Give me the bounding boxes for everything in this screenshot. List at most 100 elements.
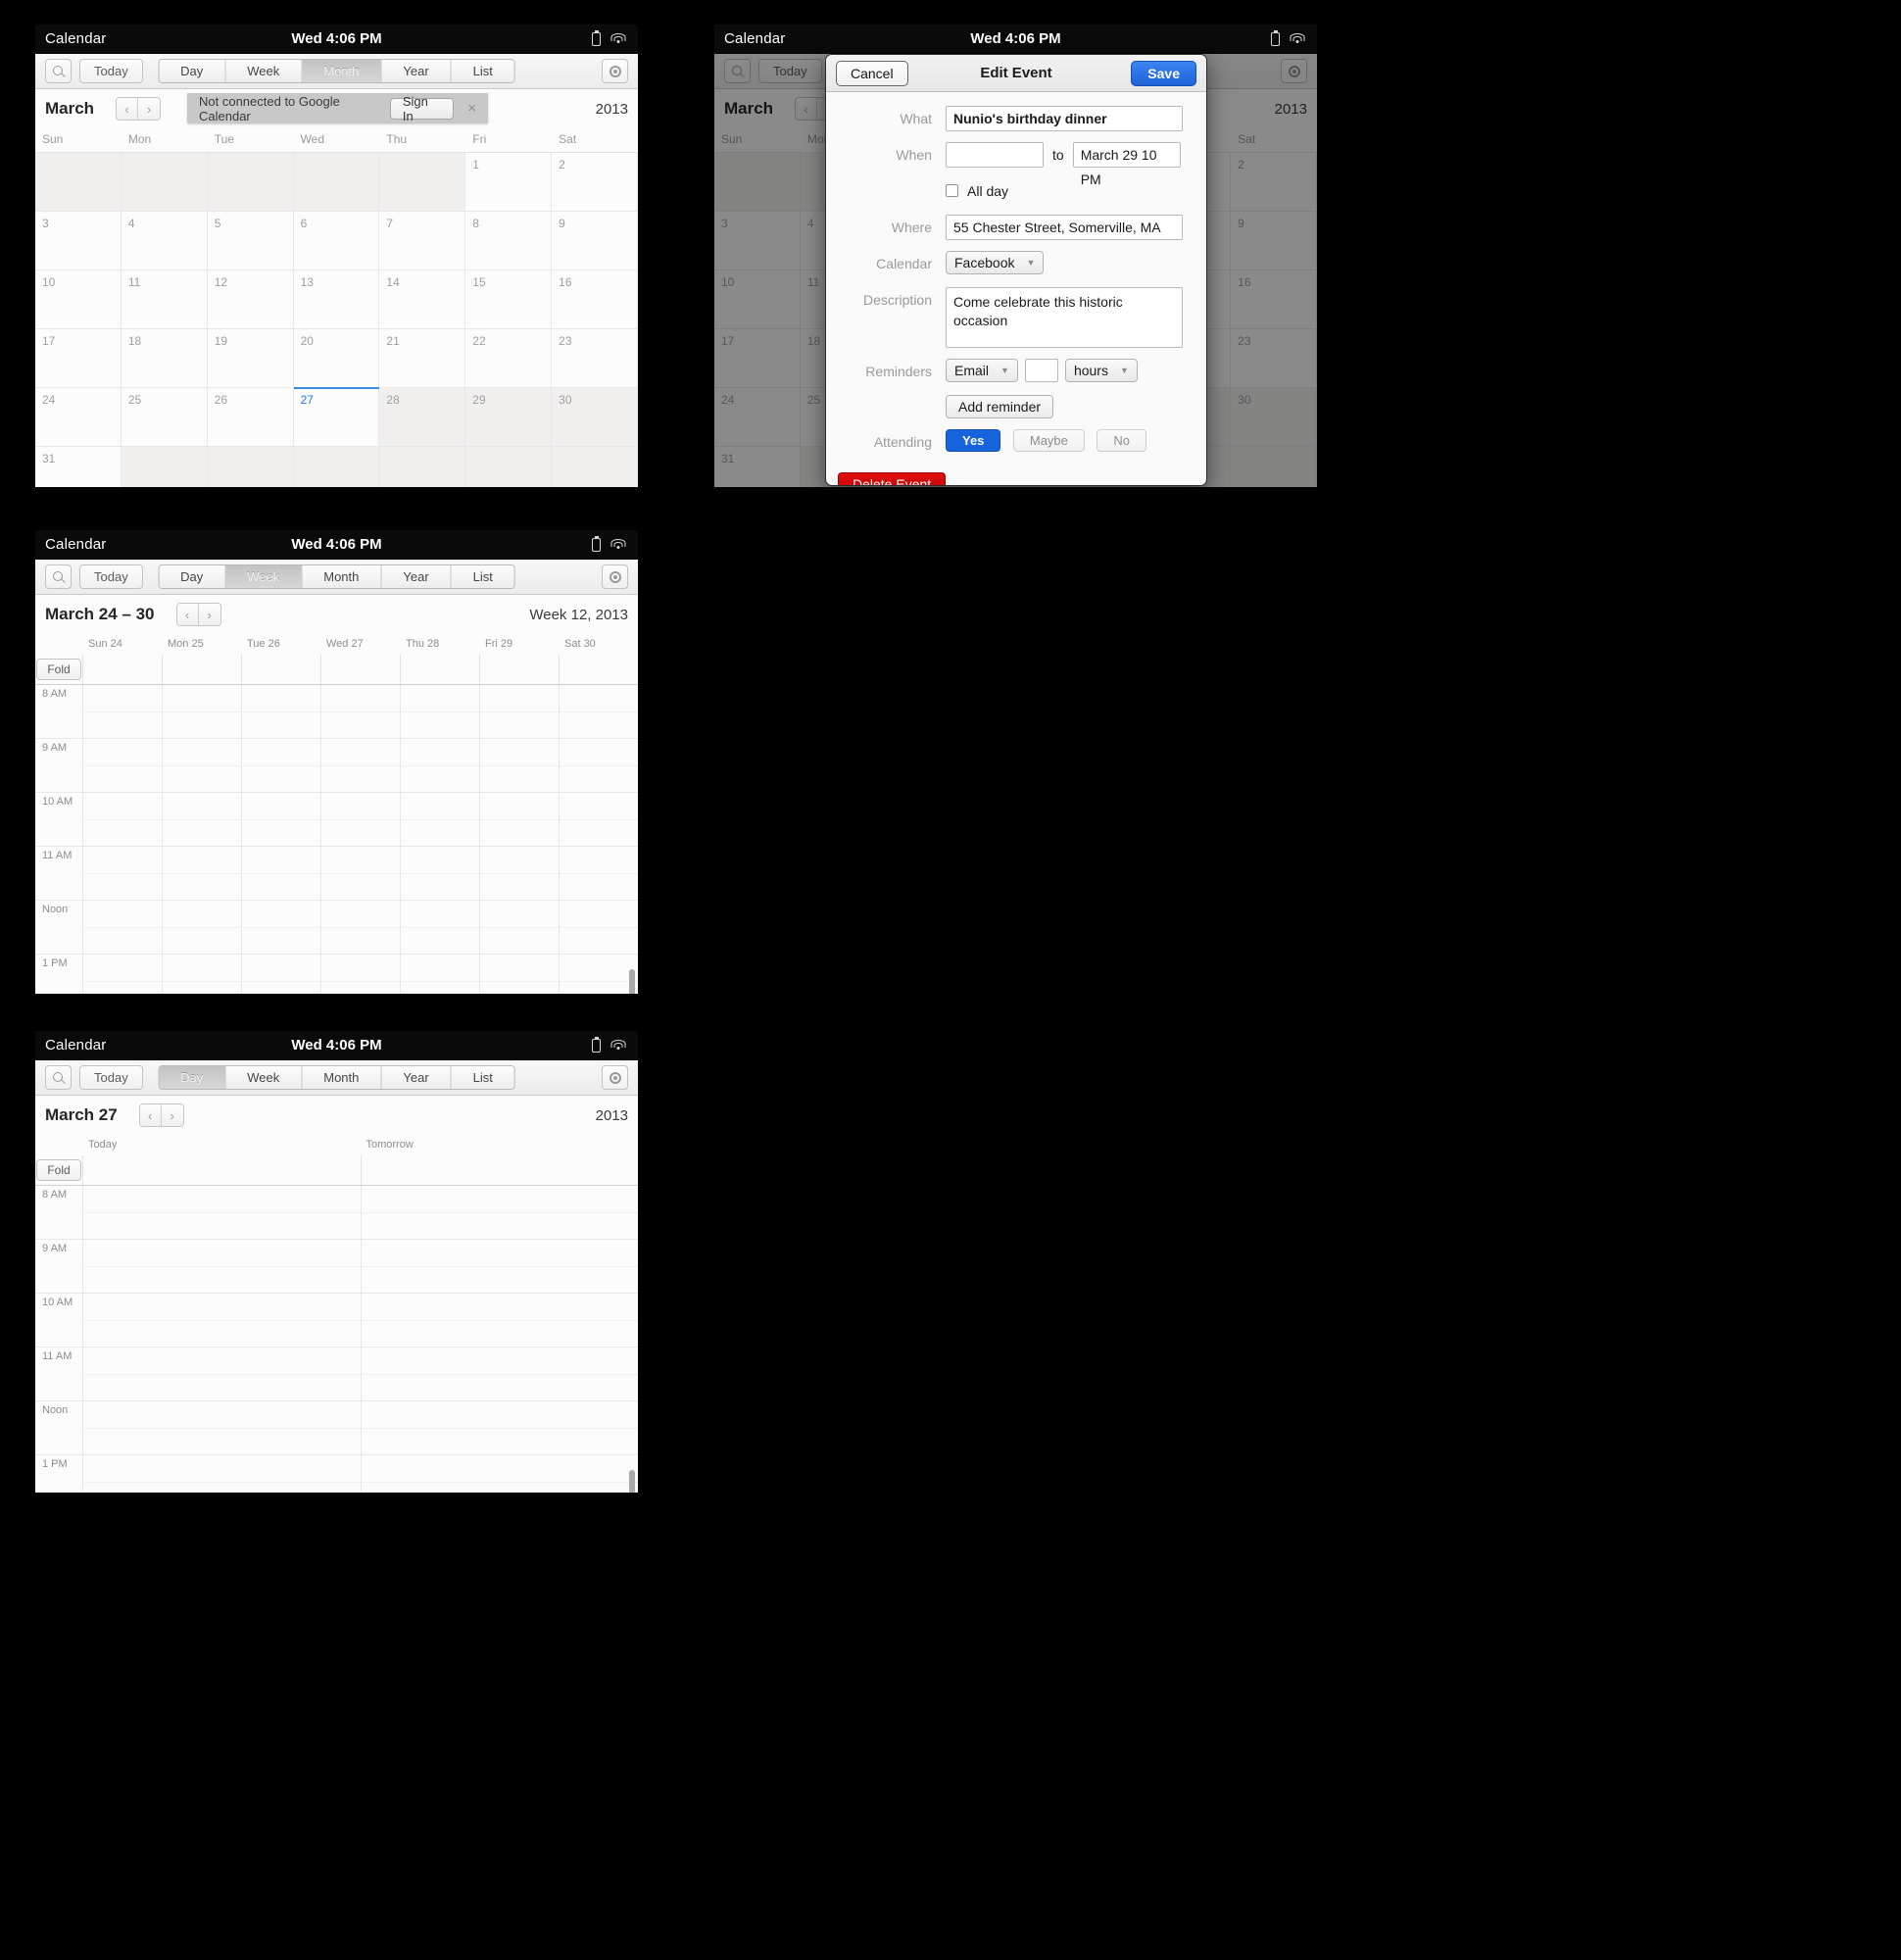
time-slot[interactable]	[320, 685, 400, 738]
time-slot[interactable]	[559, 739, 638, 792]
time-slot[interactable]	[82, 1186, 361, 1239]
time-slot[interactable]	[82, 901, 162, 954]
day-cell[interactable]: 26	[207, 388, 294, 447]
time-slot[interactable]	[241, 739, 320, 792]
day-cell[interactable]: 24	[35, 388, 122, 447]
day-cell[interactable]: 23	[552, 329, 638, 388]
time-slot[interactable]	[360, 1186, 639, 1239]
vertical-scrollbar[interactable]	[629, 969, 635, 994]
all-day-checkbox[interactable]	[946, 184, 958, 197]
tab-week[interactable]: Week	[225, 565, 303, 588]
settings-button[interactable]	[602, 564, 628, 589]
today-button[interactable]: Today	[79, 1065, 143, 1090]
day-cell[interactable]: 18	[121, 329, 208, 388]
time-slot[interactable]	[82, 1401, 361, 1454]
time-slot[interactable]	[320, 739, 400, 792]
fold-button[interactable]: Fold	[36, 1159, 81, 1181]
time-slot[interactable]	[241, 793, 320, 846]
prev-month-button[interactable]: ‹	[117, 98, 139, 120]
time-slot[interactable]	[559, 793, 638, 846]
day-cell[interactable]	[121, 447, 208, 487]
time-slot[interactable]	[400, 847, 479, 900]
day-cell[interactable]: 17	[35, 329, 122, 388]
next-month-button[interactable]: ›	[138, 98, 161, 120]
day-cell[interactable]: 22	[465, 329, 553, 388]
day-cell[interactable]	[379, 447, 466, 487]
today-button[interactable]: Today	[79, 59, 143, 83]
day-cell[interactable]	[207, 153, 294, 212]
time-slot[interactable]	[241, 847, 320, 900]
time-slot[interactable]	[162, 685, 241, 738]
reminder-amount-input[interactable]	[1024, 359, 1058, 382]
what-input[interactable]: Nunio's birthday dinner	[946, 106, 1183, 131]
day-cell[interactable]: 30	[552, 388, 638, 447]
vertical-scrollbar[interactable]	[629, 1470, 635, 1493]
day-cell[interactable]: 29	[465, 388, 553, 447]
all-day-slot[interactable]	[479, 655, 559, 684]
tab-list[interactable]: List	[451, 1066, 514, 1089]
time-slot[interactable]	[360, 1294, 639, 1347]
time-slot[interactable]	[82, 847, 162, 900]
delete-event-button[interactable]: Delete Event	[838, 472, 947, 485]
time-slot[interactable]	[559, 847, 638, 900]
time-slot[interactable]	[479, 793, 559, 846]
day-cell[interactable]: 8	[465, 212, 553, 270]
time-slot[interactable]	[400, 685, 479, 738]
today-button[interactable]: Today	[79, 564, 143, 589]
tab-week[interactable]: Week	[225, 60, 303, 82]
day-cell[interactable]: 14	[379, 270, 466, 329]
day-cell[interactable]: 13	[293, 270, 380, 329]
time-slot[interactable]	[479, 955, 559, 994]
day-cell[interactable]: 3	[35, 212, 122, 270]
description-textarea[interactable]: Come celebrate this historic occasion	[946, 287, 1183, 348]
prev-day-button[interactable]: ‹	[139, 1104, 162, 1126]
day-cell[interactable]: 2	[552, 153, 638, 212]
all-day-slot[interactable]	[400, 655, 479, 684]
all-day-slot[interactable]	[82, 655, 162, 684]
time-slot[interactable]	[479, 847, 559, 900]
search-button[interactable]	[45, 1065, 72, 1090]
attending-yes-button[interactable]: Yes	[946, 429, 1001, 452]
where-input[interactable]: 55 Chester Street, Somerville, MA	[946, 215, 1183, 240]
time-slot[interactable]	[320, 901, 400, 954]
day-cell[interactable]: 28	[379, 388, 466, 447]
all-day-slot[interactable]	[241, 655, 320, 684]
sign-in-button[interactable]: Sign In	[389, 94, 455, 123]
time-slot[interactable]	[162, 901, 241, 954]
time-slot[interactable]	[241, 685, 320, 738]
tab-list[interactable]: List	[451, 565, 514, 588]
time-slot[interactable]	[559, 955, 638, 994]
calendar-select[interactable]: Facebook ▼	[946, 251, 1045, 274]
time-slot[interactable]	[320, 955, 400, 994]
day-cell[interactable]: 12	[207, 270, 294, 329]
tab-year[interactable]: Year	[381, 60, 452, 82]
time-slot[interactable]	[82, 955, 162, 994]
next-week-button[interactable]: ›	[198, 604, 220, 625]
time-slot[interactable]	[559, 901, 638, 954]
day-cell[interactable]: 20	[293, 329, 380, 388]
search-button[interactable]	[45, 59, 72, 83]
day-cell[interactable]	[35, 153, 122, 212]
time-slot[interactable]	[82, 793, 162, 846]
reminder-unit-select[interactable]: hours ▼	[1064, 359, 1138, 382]
day-cell[interactable]: 7	[379, 212, 466, 270]
time-slot[interactable]	[82, 1240, 361, 1293]
settings-button[interactable]	[602, 59, 628, 83]
tab-week[interactable]: Week	[225, 1066, 303, 1089]
time-slot[interactable]	[400, 793, 479, 846]
tab-year[interactable]: Year	[381, 565, 452, 588]
time-slot[interactable]	[82, 739, 162, 792]
time-slot[interactable]	[360, 1348, 639, 1400]
time-slot[interactable]	[82, 1348, 361, 1400]
day-cell[interactable]	[379, 153, 466, 212]
time-slot[interactable]	[82, 685, 162, 738]
close-icon[interactable]: ×	[467, 101, 476, 116]
all-day-slot[interactable]	[360, 1155, 639, 1185]
day-cell[interactable]: 31	[35, 447, 122, 487]
day-cell[interactable]: 15	[465, 270, 553, 329]
time-slot[interactable]	[241, 955, 320, 994]
day-cell[interactable]: 9	[552, 212, 638, 270]
time-slot[interactable]	[360, 1401, 639, 1454]
all-day-slot[interactable]	[82, 1155, 361, 1185]
search-button[interactable]	[45, 564, 72, 589]
